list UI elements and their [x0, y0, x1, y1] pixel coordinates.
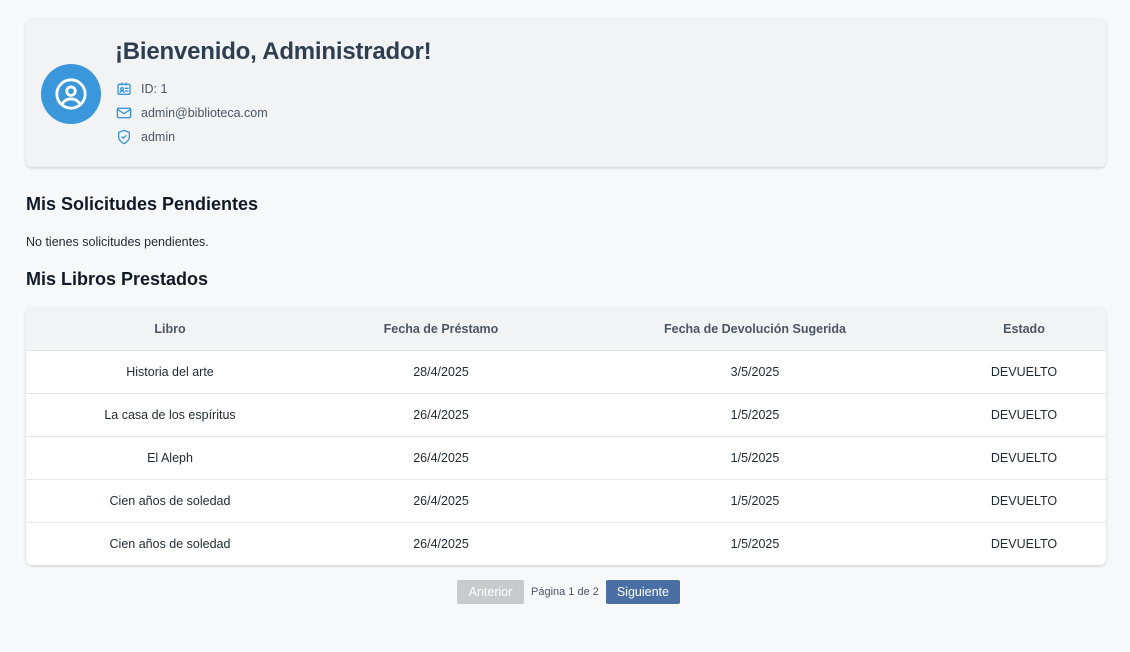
loans-table: Libro Fecha de Préstamo Fecha de Devoluc… — [26, 308, 1106, 565]
cell-book: Historia del arte — [26, 350, 314, 394]
user-role-row: admin — [116, 129, 175, 145]
cell-status: DEVUELTO — [942, 436, 1106, 480]
table-row: Cien años de soledad 26/4/2025 1/5/2025 … — [26, 522, 1106, 565]
cell-loan-date: 26/4/2025 — [314, 479, 568, 523]
cell-return-date: 1/5/2025 — [568, 393, 942, 437]
cell-book: Cien años de soledad — [26, 479, 314, 523]
cell-return-date: 1/5/2025 — [568, 436, 942, 480]
cell-return-date: 1/5/2025 — [568, 479, 942, 523]
cell-status: DEVUELTO — [942, 393, 1106, 437]
user-circle-icon — [55, 78, 87, 110]
cell-loan-date: 26/4/2025 — [314, 393, 568, 437]
loans-title: Mis Libros Prestados — [26, 269, 209, 289]
table-header-row: Libro Fecha de Préstamo Fecha de Devoluc… — [26, 308, 1106, 351]
column-header-book: Libro — [26, 308, 314, 351]
pagination: Anterior Página 1 de 2 Siguiente — [457, 580, 680, 604]
profile-card: ¡Bienvenido, Administrador! ID: 1 admin@… — [26, 19, 1106, 167]
table-row: Cien años de soledad 26/4/2025 1/5/2025 … — [26, 479, 1106, 523]
cell-status: DEVUELTO — [990, 536, 1058, 551]
user-id-row: ID: 1 — [116, 81, 167, 97]
cell-loan-date: 28/4/2025 — [314, 350, 568, 394]
cell-book: El Aleph — [26, 436, 314, 480]
cell-loan-date: 26/4/2025 — [314, 436, 568, 480]
loans-table-card: Libro Fecha de Préstamo Fecha de Devoluc… — [26, 308, 1106, 565]
table-row: La casa de los espíritus 26/4/2025 1/5/2… — [26, 393, 1106, 437]
next-page-button[interactable]: Siguiente — [605, 580, 680, 604]
user-role-text: admin — [141, 130, 176, 144]
table-row: El Aleph 26/4/2025 1/5/2025 DEVUELTO — [26, 436, 1106, 480]
id-card-icon — [116, 81, 132, 97]
cell-return-date: 1/5/2025 — [730, 536, 780, 551]
cell-status: DEVUELTO — [942, 350, 1106, 394]
user-email-text: admin@biblioteca.com — [141, 106, 268, 120]
pending-empty-message: No tienes solicitudes pendientes. — [26, 235, 209, 249]
mail-icon — [116, 105, 132, 121]
welcome-title: ¡Bienvenido, Administrador! — [115, 38, 432, 65]
cell-book: La casa de los espíritus — [26, 393, 314, 437]
table-row: Historia del arte 28/4/2025 3/5/2025 DEV… — [26, 350, 1106, 394]
user-email-row: admin@biblioteca.com — [116, 105, 268, 121]
user-avatar — [41, 64, 101, 124]
cell-status: DEVUELTO — [942, 479, 1106, 523]
pending-requests-title: Mis Solicitudes Pendientes — [26, 194, 259, 214]
column-header-status: Estado — [942, 308, 1106, 351]
previous-page-button[interactable]: Anterior — [457, 580, 524, 604]
page-indicator: Página 1 de 2 — [531, 586, 599, 598]
column-header-return-date: Fecha de Devolución Sugerida — [568, 308, 942, 351]
user-id-text: ID: 1 — [141, 82, 168, 96]
cell-loan-date: 26/4/2025 — [413, 536, 469, 551]
column-header-loan-date: Fecha de Préstamo — [314, 308, 568, 351]
cell-book: Cien años de soledad — [109, 536, 231, 551]
shield-check-icon — [116, 129, 132, 145]
cell-return-date: 3/5/2025 — [568, 350, 942, 394]
